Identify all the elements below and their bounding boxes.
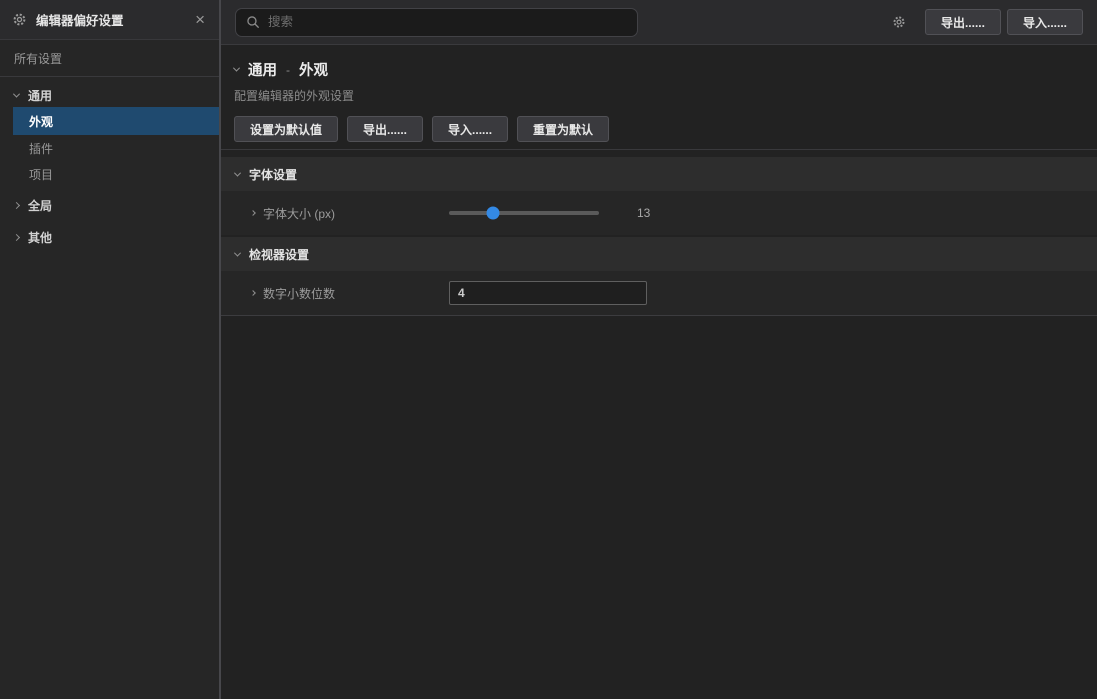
section-font-settings: 字体设置 字体大小 (px) 13 <box>221 157 1097 235</box>
preferences-window: 编辑器偏好设置 × 所有设置 通用 外观 插件 项目 全局 <box>0 0 1097 699</box>
tree-item-label: 外观 <box>29 113 53 130</box>
chevron-right-icon[interactable] <box>250 290 256 296</box>
font-size-slider[interactable] <box>449 211 599 215</box>
tree-item-project[interactable]: 项目 <box>13 161 219 187</box>
tree-item-label: 通用 <box>28 87 52 104</box>
export-settings-button[interactable]: 导出...... <box>347 116 423 142</box>
search-input[interactable] <box>268 15 627 29</box>
setting-row-font-size: 字体大小 (px) 13 <box>221 191 1097 235</box>
export-button[interactable]: 导出...... <box>925 9 1001 35</box>
breadcrumb: 通用 - 外观 <box>234 59 1083 80</box>
chevron-right-icon <box>13 201 20 208</box>
decimal-places-input[interactable] <box>449 281 647 305</box>
slider-value: 13 <box>637 206 650 220</box>
tree-item-label: 其他 <box>28 229 52 246</box>
tree-item-plugins[interactable]: 插件 <box>13 135 219 161</box>
search-box[interactable] <box>235 8 638 37</box>
chevron-right-icon[interactable] <box>250 210 256 216</box>
import-button[interactable]: 导入...... <box>1007 9 1083 35</box>
tree-item-label: 全局 <box>28 197 52 214</box>
all-settings-button[interactable]: 所有设置 <box>0 40 219 77</box>
tree-item-label: 项目 <box>29 166 53 183</box>
import-settings-button[interactable]: 导入...... <box>432 116 508 142</box>
section-title: 检视器设置 <box>249 246 309 263</box>
page-description: 配置编辑器的外观设置 <box>234 87 1083 104</box>
breadcrumb-category: 通用 <box>248 59 277 80</box>
section-title: 字体设置 <box>249 166 297 183</box>
close-icon[interactable]: × <box>193 11 207 28</box>
tree-item-appearance[interactable]: 外观 <box>13 107 219 135</box>
chevron-right-icon <box>13 233 20 240</box>
content: 通用 - 外观 配置编辑器的外观设置 设置为默认值 导出...... 导入...… <box>221 45 1097 316</box>
action-buttons: 设置为默认值 导出...... 导入...... 重置为默认 <box>234 116 1083 142</box>
page-intro: 通用 - 外观 配置编辑器的外观设置 设置为默认值 导出...... 导入...… <box>221 45 1097 150</box>
section-header-font[interactable]: 字体设置 <box>221 157 1097 191</box>
settings-tree: 通用 外观 插件 项目 全局 其他 <box>0 77 219 249</box>
setting-row-decimal-places: 数字小数位数 <box>221 271 1097 315</box>
chevron-down-icon <box>234 249 241 256</box>
topbar: 导出...... 导入...... <box>221 0 1097 45</box>
reset-default-button[interactable]: 重置为默认 <box>517 116 609 142</box>
tree-item-general[interactable]: 通用 <box>0 83 219 107</box>
gear-icon <box>12 12 27 27</box>
page-title: 外观 <box>299 59 328 80</box>
chevron-down-icon <box>13 90 20 97</box>
setting-label: 字体大小 (px) <box>263 205 335 222</box>
settings-gear-icon[interactable] <box>892 15 906 29</box>
sidebar: 编辑器偏好设置 × 所有设置 通用 外观 插件 项目 全局 <box>0 0 221 699</box>
setting-label: 数字小数位数 <box>263 285 335 302</box>
breadcrumb-separator: - <box>286 63 290 77</box>
setting-label-wrap: 数字小数位数 <box>251 285 449 302</box>
main-panel: 导出...... 导入...... 通用 - 外观 配置编辑器的外观设置 设置为… <box>221 0 1097 699</box>
tree-item-global[interactable]: 全局 <box>0 193 219 217</box>
sidebar-header: 编辑器偏好设置 × <box>0 0 219 40</box>
tree-item-label: 插件 <box>29 140 53 157</box>
slider-thumb[interactable] <box>486 207 499 220</box>
section-bottom-divider <box>221 315 1097 316</box>
set-default-button[interactable]: 设置为默认值 <box>234 116 338 142</box>
setting-label-wrap: 字体大小 (px) <box>251 205 449 222</box>
section-header-inspector[interactable]: 检视器设置 <box>221 237 1097 271</box>
chevron-down-icon[interactable] <box>233 65 240 72</box>
tree-item-other[interactable]: 其他 <box>0 225 219 249</box>
dialog-title: 编辑器偏好设置 <box>36 10 184 29</box>
chevron-down-icon <box>234 169 241 176</box>
section-inspector-settings: 检视器设置 数字小数位数 <box>221 237 1097 315</box>
search-icon <box>246 15 260 29</box>
